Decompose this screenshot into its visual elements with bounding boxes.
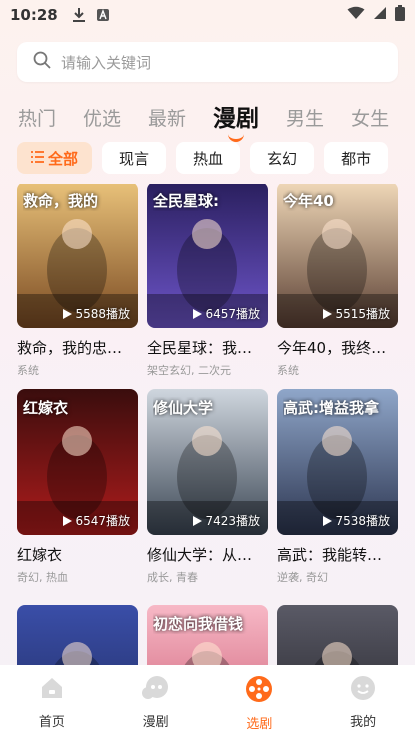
signal-icon — [373, 6, 387, 24]
drama-cover-image[interactable] — [277, 605, 398, 665]
play-icon — [193, 308, 203, 319]
status-time: 10:28 — [10, 6, 58, 24]
search-input[interactable]: 请输入关键词 — [61, 52, 151, 73]
cover-title-art: 救命，我的 — [23, 192, 99, 210]
drama-tags: 系统 — [277, 364, 299, 377]
cover-title-art: 全民星球: — [153, 192, 219, 210]
drama-card[interactable]: 今年40 5515播放今年40，我终… 系统 — [277, 184, 398, 378]
nav-select-label: 选剧 — [246, 717, 273, 732]
play-count: 6457播放 — [193, 305, 260, 322]
drama-cover-image[interactable]: 救命，我的 5588播放 — [17, 184, 138, 328]
battery-icon — [395, 5, 405, 25]
nav-home[interactable]: 首页 — [0, 665, 104, 739]
play-icon — [323, 308, 333, 319]
play-count-text: 7538播放 — [335, 514, 390, 528]
drama-title[interactable]: 红嫁衣 — [17, 544, 138, 565]
drama-tags: 系统 — [17, 364, 39, 377]
drama-cover-image[interactable]: 红嫁衣 6547播放 — [17, 389, 138, 535]
cover-title-art: 高武:增益我拿 — [283, 399, 379, 417]
drama-card[interactable]: 全民星球: 6457播放全民星球：我… 架空玄幻, 二次元 — [147, 184, 268, 378]
drama-cover-image[interactable] — [17, 605, 138, 665]
chip-fantasy[interactable]: 玄幻 — [250, 142, 315, 174]
drama-card[interactable]: 修仙大学 7423播放修仙大学：从… 成长, 青春 — [147, 389, 268, 585]
drama-cover-image[interactable]: 修仙大学 7423播放 — [147, 389, 268, 535]
drama-tags: 成长, 青春 — [147, 571, 198, 584]
nav-profile[interactable]: 我的 — [311, 665, 415, 739]
play-icon — [63, 308, 73, 319]
drama-cover-image[interactable]: 初恋向我借钱 — [147, 605, 268, 665]
download-icon — [72, 7, 86, 23]
chip-all[interactable]: 全部 — [17, 142, 93, 174]
play-count: 6547播放 — [63, 512, 130, 529]
bottom-navigation: 首页 漫剧 选剧 我的 — [0, 665, 415, 739]
comic-icon — [141, 675, 171, 705]
drama-tags: 奇幻, 热血 — [17, 571, 68, 584]
drama-cover-image[interactable]: 全民星球: 6457播放 — [147, 184, 268, 328]
tab-male[interactable]: 男生 — [286, 106, 324, 132]
genre-filter: 全部 现言 热血 玄幻 都市 — [17, 142, 415, 174]
tab-hot[interactable]: 热门 — [18, 106, 56, 132]
profile-icon — [350, 675, 376, 705]
chip-action[interactable]: 热血 — [176, 142, 241, 174]
nav-comic[interactable]: 漫剧 — [104, 665, 208, 739]
chip-urban[interactable]: 都市 — [324, 142, 389, 174]
search-bar[interactable]: 请输入关键词 — [17, 42, 398, 82]
play-count: 7538播放 — [323, 512, 390, 529]
play-count-text: 5515播放 — [335, 307, 390, 321]
play-count: 7423播放 — [193, 512, 260, 529]
cover-title-art: 今年40 — [283, 192, 334, 210]
drama-card[interactable]: 红嫁衣 6547播放 红嫁衣 奇幻, 热血 — [17, 389, 138, 585]
drama-title[interactable]: 全民星球：我… — [147, 337, 268, 358]
wifi-icon — [347, 6, 365, 24]
app-notification-icon — [96, 8, 110, 22]
cover-title-art: 修仙大学 — [153, 399, 214, 417]
nav-comic-label: 漫剧 — [142, 715, 169, 730]
tab-female[interactable]: 女生 — [351, 106, 389, 132]
play-count-text: 7423播放 — [205, 514, 260, 528]
drama-title[interactable]: 高武：我能转… — [277, 544, 398, 565]
active-tab-indicator — [228, 134, 245, 142]
play-icon — [323, 515, 333, 526]
drama-tags: 架空玄幻, 二次元 — [147, 364, 231, 377]
drama-tags: 逆袭, 奇幻 — [277, 571, 328, 584]
play-icon — [63, 515, 73, 526]
drama-card[interactable] — [277, 605, 398, 665]
drama-card[interactable]: 高武:增益我拿 7538播放高武：我能转… 逆袭, 奇幻 — [277, 389, 398, 585]
drama-title[interactable]: 修仙大学：从… — [147, 544, 268, 565]
nav-home-label: 首页 — [38, 715, 65, 730]
drama-cover-image[interactable]: 今年40 5515播放 — [277, 184, 398, 328]
cover-title-art: 红嫁衣 — [23, 399, 69, 417]
drama-cover-image[interactable]: 高武:增益我拿 7538播放 — [277, 389, 398, 535]
drama-grid: 救命，我的 5588播放救命，我的忠… 系统 全民星球: 6457播放全民星球：我… 架空… — [17, 184, 398, 665]
drama-card[interactable]: 救命，我的 5588播放救命，我的忠… 系统 — [17, 184, 138, 378]
film-reel-icon — [245, 675, 273, 707]
play-count-text: 6547播放 — [75, 514, 130, 528]
play-icon — [193, 515, 203, 526]
cover-title-art: 初恋向我借钱 — [153, 615, 244, 633]
nav-select[interactable]: 选剧 — [208, 665, 312, 739]
tab-featured[interactable]: 优选 — [83, 106, 121, 132]
list-icon — [31, 149, 44, 167]
drama-title[interactable]: 救命，我的忠… — [17, 337, 138, 358]
tab-comic-drama-label: 漫剧 — [213, 106, 260, 132]
play-count-text: 5588播放 — [75, 307, 130, 321]
play-count: 5515播放 — [323, 305, 390, 322]
drama-card[interactable]: 初恋向我借钱 — [147, 605, 268, 665]
home-icon — [39, 675, 65, 705]
nav-profile-label: 我的 — [350, 715, 377, 730]
chip-romance[interactable]: 现言 — [102, 142, 167, 174]
play-count-text: 6457播放 — [205, 307, 260, 321]
play-count: 5588播放 — [63, 305, 130, 322]
category-tabs: 热门 优选 最新 漫剧 男生 女生 — [18, 92, 398, 142]
tab-latest[interactable]: 最新 — [148, 106, 186, 132]
status-bar: 10:28 — [0, 0, 415, 30]
chip-all-label: 全部 — [48, 149, 79, 168]
tab-comic-drama[interactable]: 漫剧 — [213, 106, 260, 142]
drama-card[interactable] — [17, 605, 138, 665]
search-icon — [33, 51, 51, 73]
drama-title[interactable]: 今年40，我终… — [277, 337, 398, 358]
